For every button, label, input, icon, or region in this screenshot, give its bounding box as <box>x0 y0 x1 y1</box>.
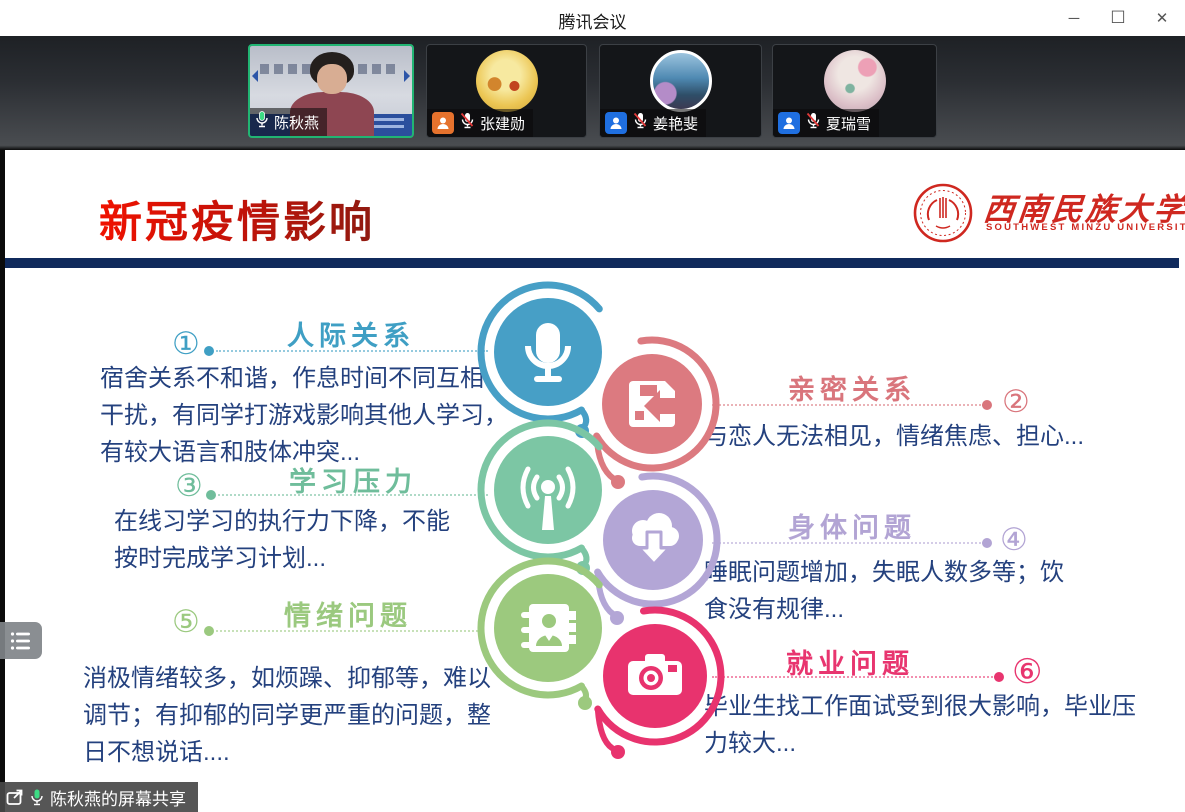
connector-dot <box>994 672 1004 682</box>
section-body-5: 消极情绪较多，如烦躁、抑郁等，难以 调节；有抑郁的同学更严重的问题，整 日不想说… <box>83 660 491 771</box>
section-body-2: 与恋人无法相见，情绪焦虑、担心... <box>704 418 1084 455</box>
share-arrow-icon <box>6 788 24 806</box>
participant-badge-icon <box>605 112 627 134</box>
participant-tile-chenqiuyan[interactable]: 陈秋燕 <box>248 44 414 138</box>
section-title-5: 情绪问题 <box>284 594 412 633</box>
window-title: 腾讯会议 <box>0 8 1185 33</box>
connector-dot <box>982 400 992 410</box>
section-number-5: ⑤ <box>172 604 200 640</box>
cloud-download-icon-circle <box>598 476 717 625</box>
close-button[interactable]: ✕ <box>1147 4 1177 32</box>
section-body-6: 毕业生找工作面试受到很大影响，毕业压 力较大... <box>704 688 1136 762</box>
letterbox-strip <box>0 150 5 812</box>
minimize-button[interactable]: ─ <box>1059 4 1089 32</box>
section-body-4: 睡眠问题增加，失眠人数多等；饮 食没有规律... <box>704 554 1064 628</box>
window-titlebar: 腾讯会议 ─ ☐ ✕ <box>0 0 1185 36</box>
share-banner-label: 陈秋燕的屏幕共享 <box>50 785 186 810</box>
connector-line <box>216 630 482 632</box>
participant-name: 张建勋 <box>480 113 525 134</box>
section-number-4: ④ <box>1000 522 1028 558</box>
section-title-2: 亲密关系 <box>788 368 916 407</box>
microphone-icon-circle <box>481 285 602 438</box>
participant-name: 夏瑞雪 <box>826 113 871 134</box>
participant-tile-jiangyanfei[interactable]: 姜艳斐 <box>599 44 762 138</box>
maximize-button[interactable]: ☐ <box>1103 4 1133 32</box>
avatar <box>650 50 712 112</box>
connector-dot <box>204 626 214 636</box>
address-book-icon-circle <box>481 561 602 710</box>
participant-tile-zhangjianxun[interactable]: 张建勋 <box>426 44 587 138</box>
connector-dot <box>982 538 992 548</box>
camera-icon-circle <box>598 610 721 759</box>
infographic-icon-column <box>465 270 725 770</box>
section-body-1: 宿舍关系不和谐，作息时间不同互相 干扰，有同学打游戏影响其他人学习， 有较大语言… <box>100 360 508 471</box>
floppy-disk-icon-circle <box>597 340 716 489</box>
university-seal-icon <box>912 182 974 244</box>
screen-share-banner: 陈秋燕的屏幕共享 <box>0 782 198 812</box>
mic-muted-icon <box>632 112 648 134</box>
connector-dot <box>206 490 216 500</box>
connector-line <box>712 404 984 406</box>
participant-badge-icon <box>432 112 454 134</box>
slide-title: 新冠疫情影响 <box>99 188 375 250</box>
member-list-tab[interactable] <box>0 622 42 659</box>
university-logo: 西南民族大学 SOUTHWEST MINZU UNIVERSITY <box>912 182 1152 244</box>
avatar <box>824 50 886 112</box>
connector-line <box>712 542 984 544</box>
mic-muted-icon <box>805 112 821 134</box>
title-divider-bar <box>5 258 1179 268</box>
mic-active-icon <box>255 111 269 133</box>
window-controls: ─ ☐ ✕ <box>1059 0 1177 36</box>
participant-name: 陈秋燕 <box>274 112 319 133</box>
connector-line <box>712 676 996 678</box>
participant-badge-icon <box>778 112 800 134</box>
mic-muted-icon <box>459 112 475 134</box>
connector-line <box>218 494 488 496</box>
section-number-1: ① <box>172 326 200 362</box>
participant-namebar: 陈秋燕 <box>250 108 327 136</box>
participant-namebar: 夏瑞雪 <box>773 109 879 137</box>
participant-tile-xiaruixue[interactable]: 夏瑞雪 <box>772 44 937 138</box>
participant-namebar: 姜艳斐 <box>600 109 706 137</box>
avatar <box>476 50 538 112</box>
section-body-3: 在线习学习的执行力下降，不能 按时完成学习计划... <box>114 503 450 577</box>
broadcast-antenna-icon-circle <box>481 423 602 575</box>
list-icon <box>10 631 32 651</box>
connector-line <box>216 350 488 352</box>
tencent-meeting-window: 腾讯会议 ─ ☐ ✕ 陈秋燕 <box>0 0 1185 812</box>
section-number-2: ② <box>1002 384 1030 420</box>
connector-dot <box>204 346 214 356</box>
participant-name: 姜艳斐 <box>653 113 698 134</box>
video-strip: 陈秋燕 张建勋 <box>0 36 1185 150</box>
participant-namebar: 张建勋 <box>427 109 533 137</box>
university-name-en: SOUTHWEST MINZU UNIVERSITY <box>986 222 1185 233</box>
mic-active-icon <box>30 789 44 806</box>
section-title-4: 身体问题 <box>788 506 916 545</box>
section-title-1: 人际关系 <box>287 314 415 353</box>
section-number-6: ⑥ <box>1012 652 1042 692</box>
section-number-3: ③ <box>175 468 203 504</box>
